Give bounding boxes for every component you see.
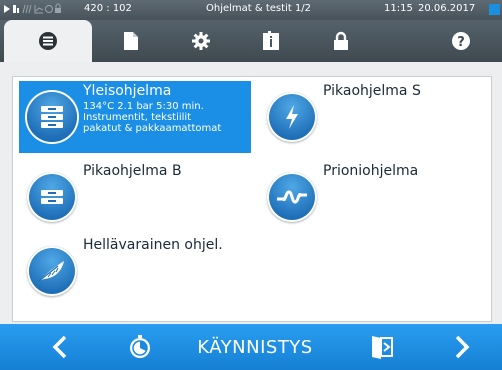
next-button[interactable]: [432, 324, 492, 370]
program-hellavarainen[interactable]: Hellävarainen ohjel.: [19, 235, 251, 307]
tab-help[interactable]: ?: [426, 20, 496, 62]
door-icon: [372, 336, 393, 359]
tab-lock[interactable]: [306, 20, 376, 62]
tab-documents[interactable]: [96, 20, 166, 62]
status-icons: [3, 3, 63, 15]
program-title: Hellävarainen ohjel.: [83, 237, 223, 253]
start-button[interactable]: KÄYNNISTYS: [180, 324, 330, 370]
tab-info[interactable]: [236, 20, 306, 62]
document-icon: [124, 32, 138, 50]
program-pikaohjelma-s[interactable]: Pikaohjelma S: [259, 81, 485, 153]
program-details: 134°C 2.1 bar 5:30 min. Instrumentit, te…: [83, 101, 221, 134]
tab-settings[interactable]: [166, 20, 236, 62]
lock-icon: [334, 31, 348, 50]
stacked-trays-icon: [41, 106, 63, 128]
timer-icon: [130, 335, 150, 358]
previous-button[interactable]: [30, 324, 90, 370]
trays-icon: [41, 190, 63, 204]
list-icon: [39, 32, 57, 50]
bottom-bar: KÄYNNISTYS: [0, 324, 502, 370]
door-button[interactable]: [352, 324, 412, 370]
start-button-label: KÄYNNISTYS: [197, 336, 313, 358]
clock-date: 20.06.2017: [418, 3, 476, 14]
coordinates-readout: 420 : 102: [84, 3, 132, 14]
program-icon: [27, 92, 77, 142]
info-book-icon: [263, 31, 279, 50]
program-load-type: Instrumentit, tekstiilit: [83, 112, 192, 123]
program-title: Yleisohjelma: [83, 83, 172, 99]
program-pikaohjelma-b[interactable]: Pikaohjelma B: [19, 161, 251, 233]
program-yleisohjelma[interactable]: Yleisohjelma 134°C 2.1 bar 5:30 min. Ins…: [19, 81, 251, 153]
svg-text:?: ?: [457, 35, 465, 50]
program-icon: [27, 172, 77, 222]
prion-wave-icon: [277, 190, 307, 204]
lightning-icon: [286, 105, 298, 129]
help-icon: ?: [452, 32, 470, 50]
tab-bar: ?: [0, 20, 502, 62]
program-icon: [267, 92, 317, 142]
program-prioniohjelma[interactable]: Prioniohjelma: [259, 161, 485, 233]
timer-button[interactable]: [110, 324, 170, 370]
program-title: Pikaohjelma S: [323, 83, 421, 99]
program-icon: [267, 172, 317, 222]
program-list: Yleisohjelma 134°C 2.1 bar 5:30 min. Ins…: [12, 76, 492, 322]
tab-programs[interactable]: [4, 20, 92, 62]
gear-icon: [192, 32, 210, 50]
program-packaging: pakatut & pakkaamattomat: [83, 123, 222, 134]
status-bar: 420 : 102 Ohjelmat & testit 1/2 11:15 20…: [0, 0, 502, 20]
feather-icon: [38, 261, 64, 282]
chevron-right-icon: [455, 335, 470, 359]
status-indicator: [489, 4, 500, 15]
program-title: Prioniohjelma: [323, 163, 419, 179]
program-params: 134°C 2.1 bar 5:30 min.: [83, 101, 204, 112]
program-icon: [27, 246, 77, 296]
clock-time: 11:15: [384, 3, 413, 14]
main-panel: Yleisohjelma 134°C 2.1 bar 5:30 min. Ins…: [0, 62, 502, 324]
program-title: Pikaohjelma B: [83, 163, 182, 179]
screen-title: Ohjelmat & testit 1/2: [206, 3, 312, 14]
chevron-left-icon: [52, 335, 67, 359]
